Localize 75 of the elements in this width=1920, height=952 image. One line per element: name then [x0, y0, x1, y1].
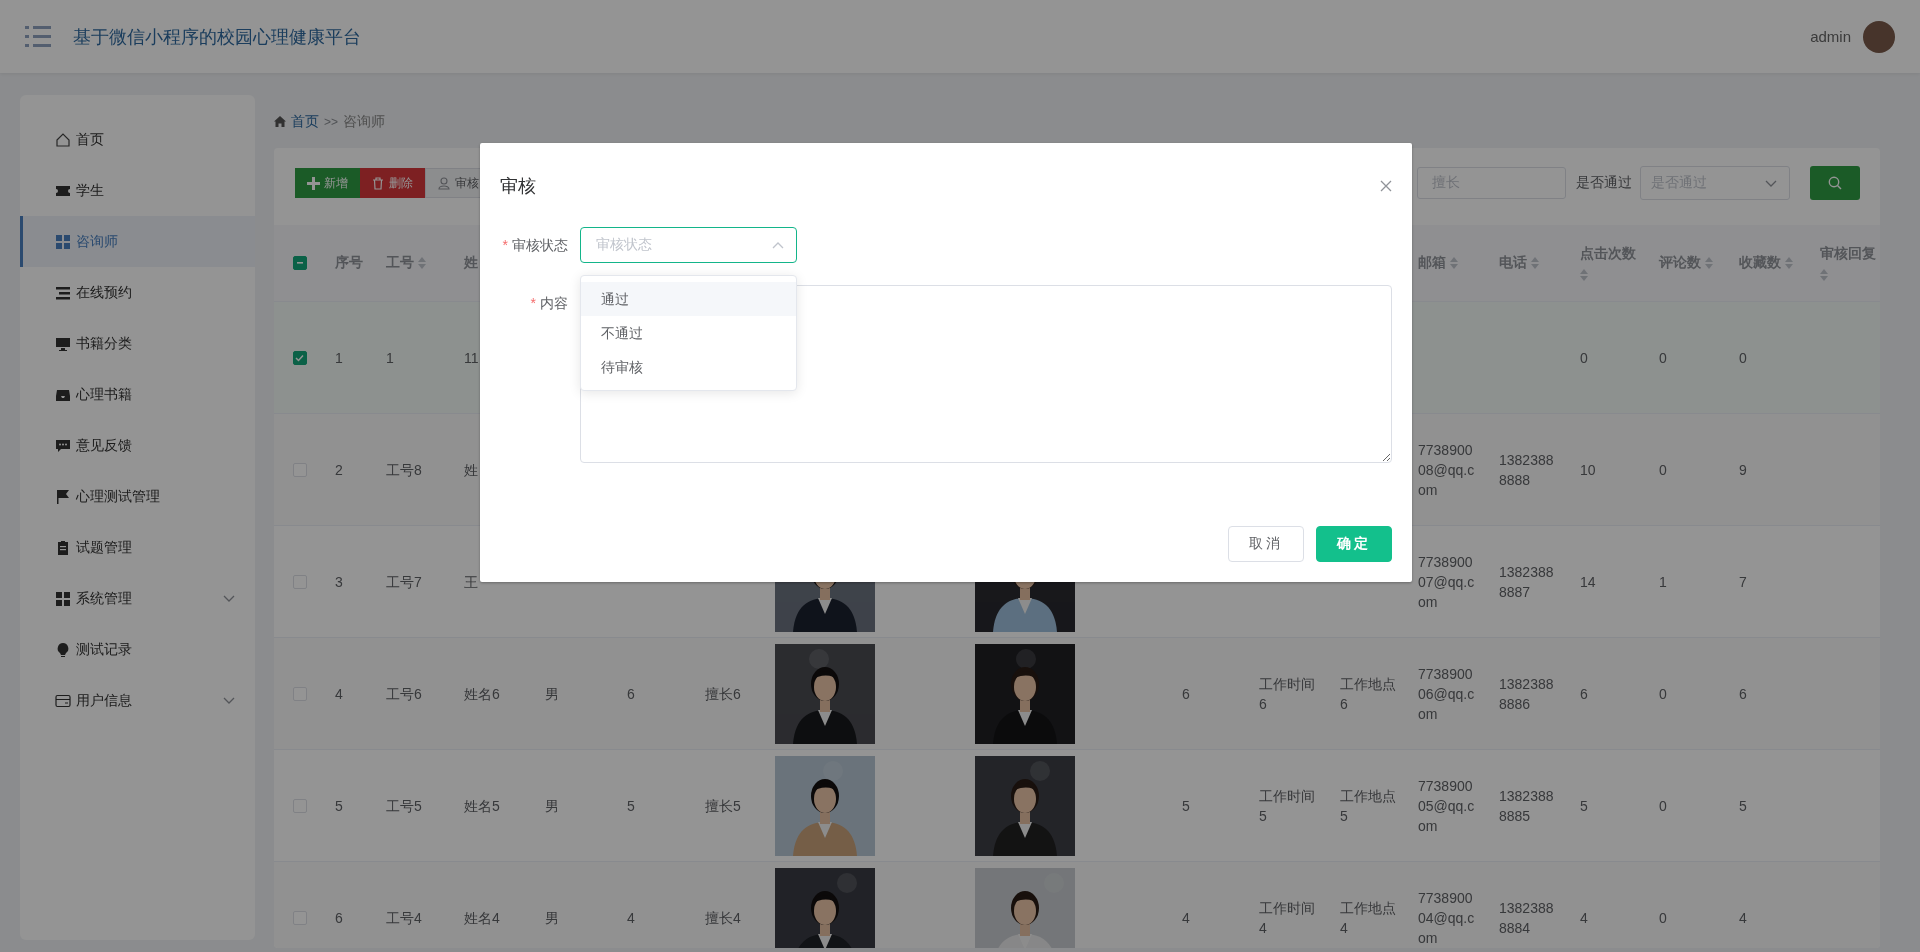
- table-cell-text: 姓: [464, 460, 478, 480]
- table-cell-text: 4: [1580, 908, 1588, 928]
- table-cell-text: 擅长4: [705, 908, 741, 928]
- table-cell-text: 773890007@qq.com: [1418, 552, 1476, 612]
- table-cell-text: 0: [1659, 684, 1667, 704]
- column-header: 序号: [335, 254, 363, 272]
- table-cell-text: 5: [1580, 796, 1588, 816]
- table-cell-text: 1: [335, 348, 343, 368]
- table-cell-text: 1: [1659, 572, 1667, 592]
- required-mark: *: [502, 236, 508, 255]
- table-cell-text: 13823888888: [1499, 450, 1555, 490]
- field-label: 审核状态: [512, 236, 569, 255]
- table-cell-text: 5: [1739, 796, 1747, 816]
- table-cell-text: 4: [335, 684, 343, 704]
- table-cell-text: 773890008@qq.com: [1418, 440, 1476, 500]
- table-cell-text: 1: [386, 348, 394, 368]
- table-cell-text: 工作时间6: [1259, 674, 1316, 714]
- table-cell-text: 工号5: [386, 796, 422, 816]
- table-cell-text: 13823888887: [1499, 562, 1555, 602]
- table-cell-text: 6: [1580, 684, 1588, 704]
- table-cell-text: 0: [1739, 348, 1747, 368]
- table-cell-text: 3: [335, 572, 343, 592]
- table-cell-text: 6: [1739, 684, 1747, 704]
- app-title: 基于微信小程序的校园心理健康平台: [73, 25, 362, 49]
- table-cell-text: 姓名6: [464, 684, 500, 704]
- table-cell-text: 姓名4: [464, 908, 500, 928]
- table-cell-text: 13823888885: [1499, 786, 1555, 826]
- table-cell-text: 9: [1739, 460, 1747, 480]
- table-cell-text: 773890005@qq.com: [1418, 776, 1476, 836]
- table-cell-text: 擅长5: [705, 796, 741, 816]
- table-cell-text: 0: [1659, 348, 1667, 368]
- table-cell-text: 11: [464, 348, 479, 368]
- table-cell-text: 6: [335, 908, 343, 928]
- table-cell-text: 工作时间4: [1259, 898, 1316, 938]
- table-cell-text: 2: [335, 460, 343, 480]
- table-cell-text: 773890004@qq.com: [1418, 888, 1476, 948]
- table-cell-text: 工号7: [386, 572, 422, 592]
- table-cell-text: 5: [335, 796, 343, 816]
- table-cell-text: 男: [545, 684, 559, 704]
- table-cell-text: 6: [1182, 684, 1190, 704]
- dialog-title: 审核: [500, 175, 536, 198]
- table-cell-text: 0: [1659, 796, 1667, 816]
- table-cell-text: 4: [627, 908, 635, 928]
- table-cell-text: 0: [1580, 348, 1588, 368]
- table-cell-text: 0: [1659, 460, 1667, 480]
- table-cell-text: 0: [1659, 908, 1667, 928]
- table-cell-text: 6: [627, 684, 635, 704]
- table-cell-text: 13823888886: [1499, 674, 1555, 714]
- table-cell-text: 王: [464, 572, 478, 592]
- table-cell-text: 5: [1182, 796, 1190, 816]
- table-cell-text: 5: [627, 796, 635, 816]
- column-header: 姓: [464, 254, 478, 272]
- table-cell-text: 工作地点4: [1340, 898, 1397, 938]
- table-cell-text: 773890006@qq.com: [1418, 664, 1476, 724]
- table-cell-text: 工作地点6: [1340, 674, 1397, 714]
- table-cell-text: 姓名5: [464, 796, 500, 816]
- table-cell-text: 工号8: [386, 460, 422, 480]
- username: admin: [1810, 28, 1851, 45]
- table-cell-text: 13823888884: [1499, 898, 1555, 938]
- required-mark: *: [530, 294, 536, 313]
- field-label: 内容: [540, 294, 569, 313]
- table-cell-text: 男: [545, 796, 559, 816]
- table-cell-text: 工作地点5: [1340, 786, 1397, 826]
- table-cell-text: 4: [1182, 908, 1190, 928]
- table-cell-text: 14: [1580, 572, 1596, 592]
- breadcrumb-separator: >>: [324, 114, 338, 129]
- table-cell-text: 10: [1580, 460, 1596, 480]
- table-cell-text: 男: [545, 908, 559, 928]
- table-cell-text: 4: [1739, 908, 1747, 928]
- table-cell-text: 7: [1739, 572, 1747, 592]
- table-cell-text: 擅长6: [705, 684, 741, 704]
- table-cell-text: 工号4: [386, 908, 422, 928]
- filter-label: 是否通过: [1576, 174, 1632, 192]
- table-cell-text: 工号6: [386, 684, 422, 704]
- table-cell-text: 工作时间5: [1259, 786, 1316, 826]
